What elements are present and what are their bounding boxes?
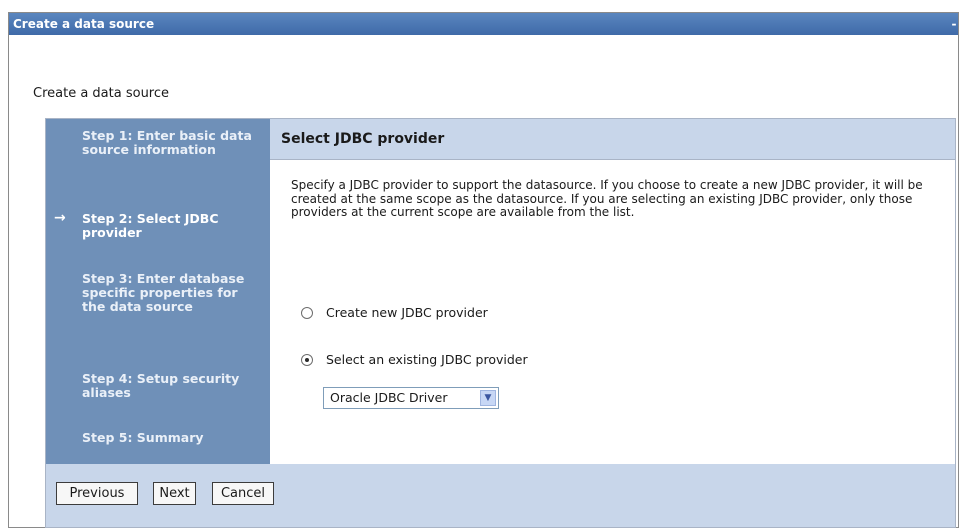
window-title: Create a data source	[13, 17, 155, 31]
option-select-existing[interactable]: Select an existing JDBC provider	[301, 352, 528, 367]
jdbc-provider-select[interactable]: Oracle JDBC Driver ▼	[323, 387, 499, 409]
wizard-panel: Step 1: Enter basic data source informat…	[45, 118, 956, 528]
step-1[interactable]: Step 1: Enter basic data source informat…	[82, 129, 262, 157]
previous-button[interactable]: Previous	[56, 482, 138, 505]
page-heading: Create a data source	[33, 86, 170, 101]
step-2[interactable]: Step 2: Select JDBC provider	[82, 212, 262, 240]
wizard-steps: Step 1: Enter basic data source informat…	[46, 119, 270, 464]
create-new-radio[interactable]	[301, 306, 313, 319]
chevron-down-icon[interactable]: ▼	[480, 390, 496, 406]
step-4[interactable]: Step 4: Setup security aliases	[82, 372, 262, 400]
dialog-frame: Create a data source - Create a data sou…	[8, 12, 959, 528]
step-3[interactable]: Step 3: Enter database specific properti…	[82, 272, 262, 314]
content-header: Select JDBC provider	[270, 119, 955, 160]
minimize-icon[interactable]: -	[950, 13, 958, 35]
window-titlebar: Create a data source -	[9, 13, 958, 35]
select-existing-radio[interactable]	[301, 353, 313, 366]
select-existing-label: Select an existing JDBC provider	[326, 352, 528, 367]
cancel-button[interactable]: Cancel	[212, 482, 274, 505]
step-content: Select JDBC provider Specify a JDBC prov…	[270, 119, 955, 464]
step-5[interactable]: Step 5: Summary	[82, 431, 262, 445]
next-button[interactable]: Next	[153, 482, 196, 505]
content-title: Select JDBC provider	[281, 131, 445, 147]
create-new-label: Create new JDBC provider	[326, 305, 488, 320]
description-text: Specify a JDBC provider to support the d…	[291, 178, 923, 220]
option-create-new[interactable]: Create new JDBC provider	[301, 305, 488, 320]
jdbc-provider-value: Oracle JDBC Driver	[330, 390, 448, 405]
current-step-arrow-icon: →	[54, 210, 66, 226]
